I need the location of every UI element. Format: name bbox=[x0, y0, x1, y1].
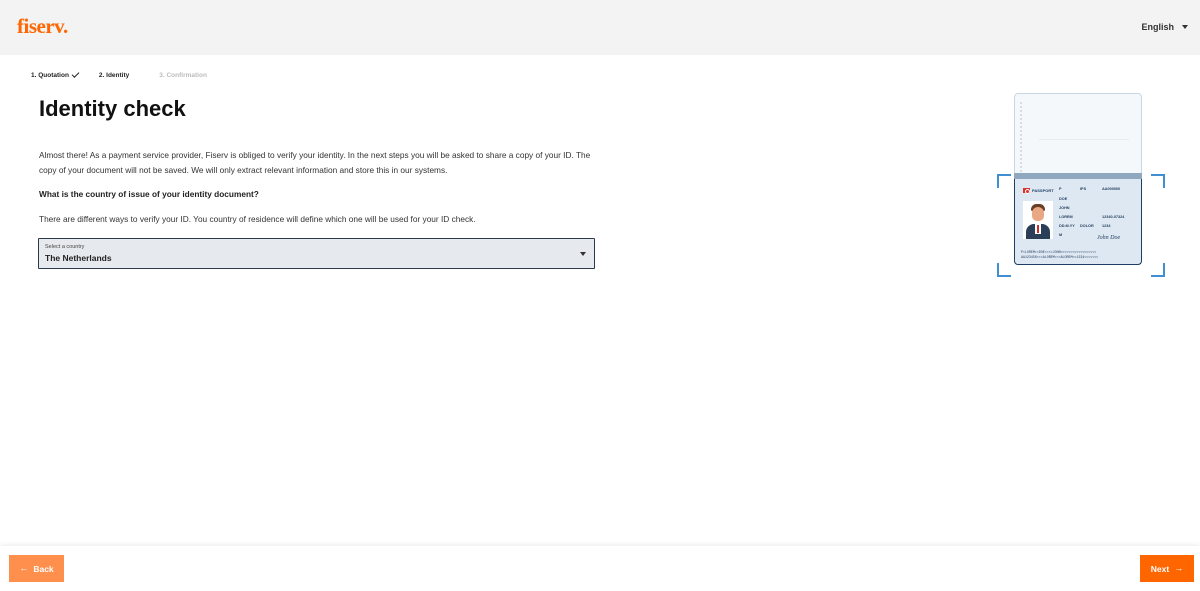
step-identity: 2. Identity bbox=[99, 72, 129, 79]
scan-corner-bottom-right bbox=[1151, 263, 1165, 277]
arrow-left-icon: ← bbox=[19, 563, 29, 573]
chevron-down-icon bbox=[1182, 25, 1188, 29]
header: fiserv. English bbox=[0, 0, 1200, 55]
passport-field: JOHN bbox=[1059, 206, 1070, 210]
passport-label: PASSPORT bbox=[1032, 188, 1054, 193]
step-quotation: 1. Quotation bbox=[31, 70, 80, 79]
passport-field: 12340-07324 bbox=[1102, 215, 1125, 219]
passport-perforation bbox=[1020, 102, 1024, 172]
passport-mrz: P<LOREM<<DOE<<<<JOHN<<<<<<<<<<<<<<<<<< A… bbox=[1021, 250, 1098, 260]
passport-illustration: PASSPORT P IPS AA000000 DOE JOHN LOREM 1… bbox=[997, 93, 1165, 277]
photo-face bbox=[1032, 207, 1044, 221]
country-question: What is the country of issue of your ide… bbox=[39, 189, 259, 199]
passport-field: DOE bbox=[1059, 197, 1068, 201]
mrz-line: AA123456<<<ALOREM<<<ALOREM<<1234<<<<<<< bbox=[1021, 255, 1099, 259]
passport-field: AA000000 bbox=[1102, 187, 1121, 191]
step-confirmation: 3. Confirmation bbox=[159, 72, 207, 79]
intro-text: Almost there! As a payment service provi… bbox=[39, 150, 591, 175]
passport-signature: John Doe bbox=[1097, 235, 1121, 241]
next-button-label: Next bbox=[1150, 563, 1170, 574]
country-select-label: Select a country bbox=[45, 244, 85, 250]
scan-corner-bottom-left bbox=[997, 263, 1011, 277]
scan-corner-top-right bbox=[1151, 174, 1165, 188]
step-label: 2. Identity bbox=[98, 72, 130, 79]
progress-steps: 1. Quotation 2. Identity 3. Confirmation bbox=[31, 70, 227, 79]
footer-bar bbox=[0, 546, 1200, 591]
check-icon bbox=[71, 70, 80, 78]
step-label: 1. Quotation bbox=[31, 72, 69, 79]
country-select-value: The Netherlands bbox=[45, 253, 112, 263]
passport-field: M bbox=[1059, 233, 1063, 237]
passport-field: IPS bbox=[1080, 187, 1087, 191]
dropdown-arrow-icon bbox=[580, 252, 586, 256]
language-label: English bbox=[1141, 22, 1174, 32]
page-title: Identity check bbox=[39, 96, 186, 121]
passport-header: PASSPORT bbox=[1023, 188, 1054, 194]
fiserv-logo[interactable]: fiserv. bbox=[17, 14, 68, 39]
country-select[interactable]: Select a country The Netherlands bbox=[38, 238, 595, 269]
back-button-label: Back bbox=[33, 563, 54, 574]
passport-field: DOLOR bbox=[1080, 224, 1094, 228]
passport-field: P bbox=[1059, 187, 1062, 191]
passport-field: 1234 bbox=[1102, 224, 1111, 228]
passport-watermark bbox=[1039, 110, 1129, 140]
passport-field: DD.M.YY bbox=[1059, 224, 1075, 228]
scan-corner-top-left bbox=[997, 174, 1011, 188]
language-selector[interactable]: English bbox=[1141, 22, 1188, 32]
next-button[interactable]: Next → bbox=[1140, 555, 1194, 582]
arrow-right-icon: → bbox=[1174, 563, 1184, 573]
photo-tie bbox=[1037, 225, 1039, 233]
passport-field: LOREM bbox=[1059, 215, 1073, 219]
passport-photo bbox=[1023, 201, 1053, 239]
country-hint: There are different ways to verify your … bbox=[39, 214, 476, 224]
passport-band bbox=[1014, 173, 1142, 179]
back-button[interactable]: ← Back bbox=[9, 555, 64, 582]
flag-icon bbox=[1023, 188, 1030, 194]
step-label: 3. Confirmation bbox=[159, 72, 207, 79]
